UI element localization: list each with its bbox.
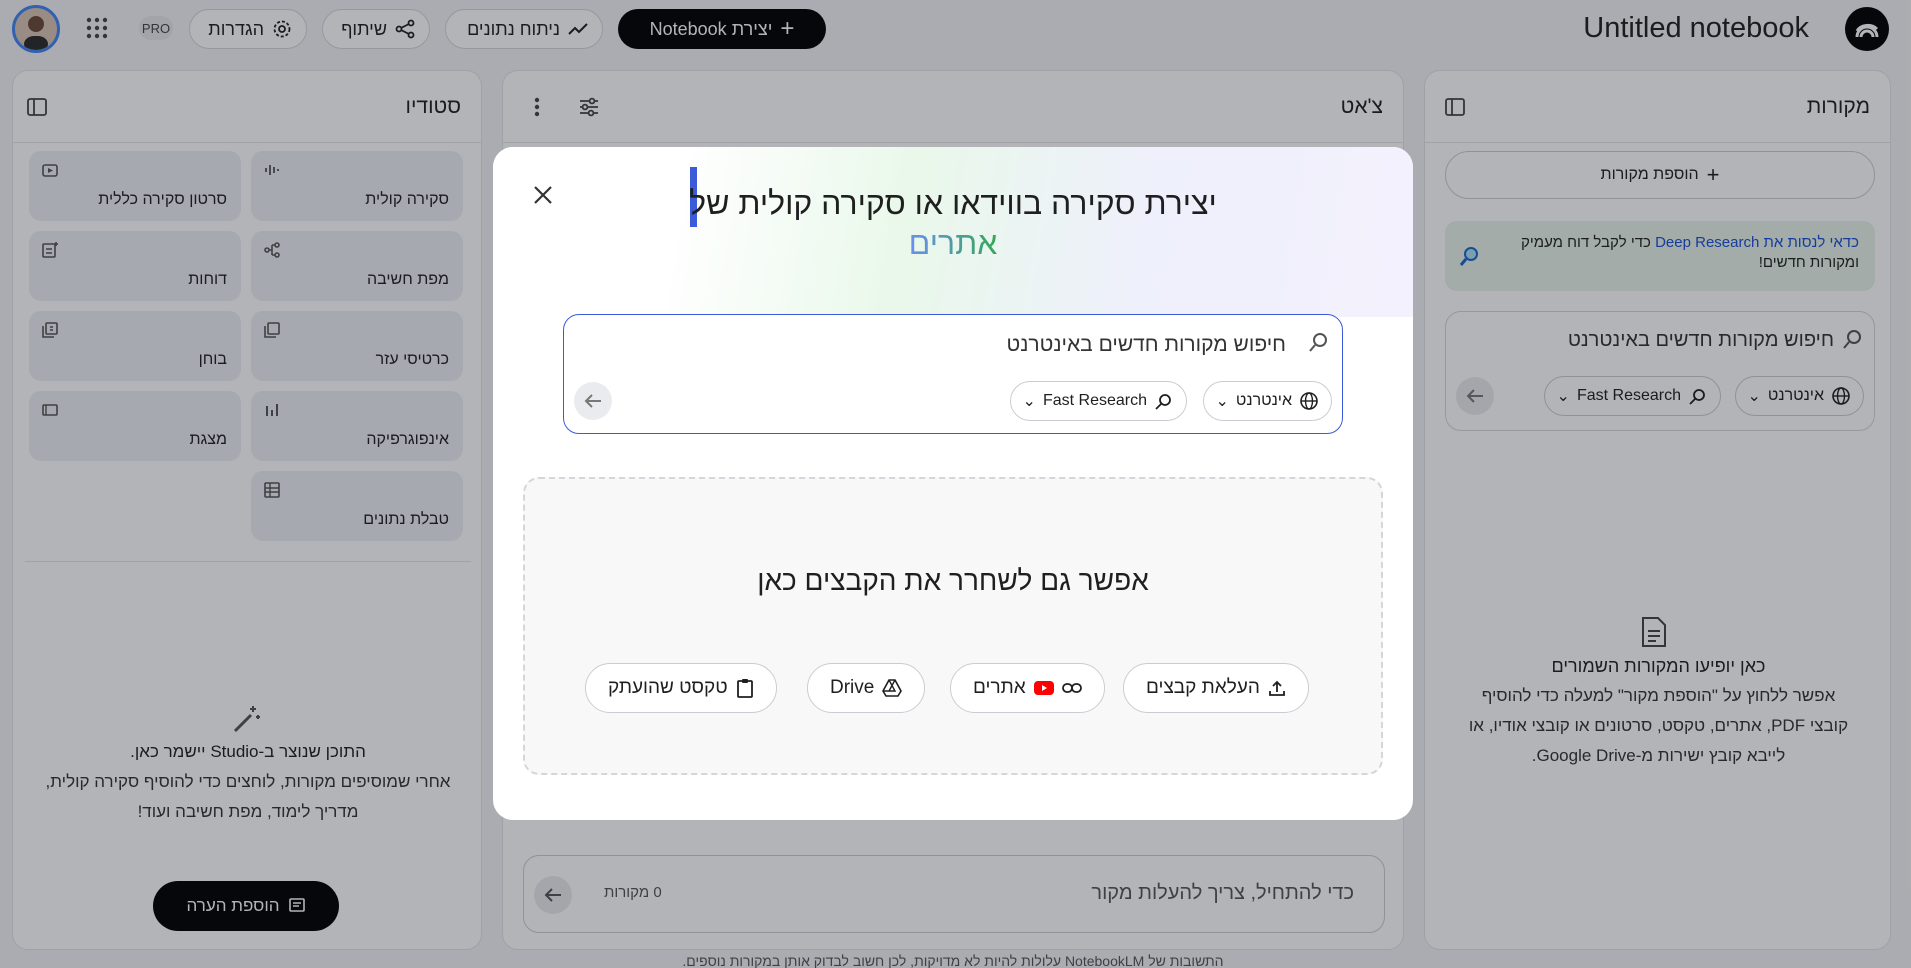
dialog-title-websites: אתרים xyxy=(908,225,998,261)
drive-label: Drive xyxy=(830,677,875,698)
research-mode-dropdown[interactable]: Fast Research ⌄ xyxy=(1009,381,1187,421)
upload-files-label: העלאת קבצים xyxy=(1146,677,1260,698)
clipboard-icon xyxy=(736,678,754,698)
chevron-down-icon: ⌄ xyxy=(1022,393,1036,410)
add-sources-dialog: יצירת סקירה בווידאו או סקירה קולית של את… xyxy=(493,147,1413,820)
dialog-title: יצירת סקירה בווידאו או סקירה קולית של xyxy=(689,185,1217,221)
paste-text-label: טקסט שהועתק xyxy=(608,677,728,698)
upload-files-button[interactable]: העלאת קבצים xyxy=(1123,663,1309,713)
sparkle-search-icon xyxy=(1154,391,1174,411)
drop-zone-text: אפשר גם לשחרר את הקבצים כאן xyxy=(757,565,1149,596)
dialog-title-highlight: אתרים xyxy=(493,225,1413,262)
globe-icon xyxy=(1299,391,1319,411)
file-drop-zone[interactable]: אפשר גם לשחרר את הקבצים כאן xyxy=(523,477,1383,775)
drive-button[interactable]: Drive xyxy=(807,663,926,713)
chevron-down-icon: ⌄ xyxy=(1215,393,1229,410)
websites-button[interactable]: אתרים xyxy=(950,663,1105,713)
research-mode-label: Fast Research xyxy=(1042,392,1147,409)
websites-label: אתרים xyxy=(973,677,1026,698)
web-source-dropdown[interactable]: אינטרנט ⌄ xyxy=(1202,381,1332,421)
upload-icon xyxy=(1268,679,1286,697)
submit-arrow-button[interactable] xyxy=(574,382,612,420)
web-source-label: אינטרנט xyxy=(1235,392,1292,409)
dialog-search-box: חיפוש מקורות חדשים באינטרנט אינטרנט ⌄ Fa… xyxy=(563,314,1343,434)
dialog-search-input[interactable]: חיפוש מקורות חדשים באינטרנט xyxy=(1007,333,1286,357)
search-icon xyxy=(1308,331,1330,353)
paste-text-button[interactable]: טקסט שהועתק xyxy=(585,663,777,713)
youtube-icon xyxy=(1033,681,1054,695)
link-icon xyxy=(1061,682,1082,694)
google-drive-icon xyxy=(882,679,903,697)
